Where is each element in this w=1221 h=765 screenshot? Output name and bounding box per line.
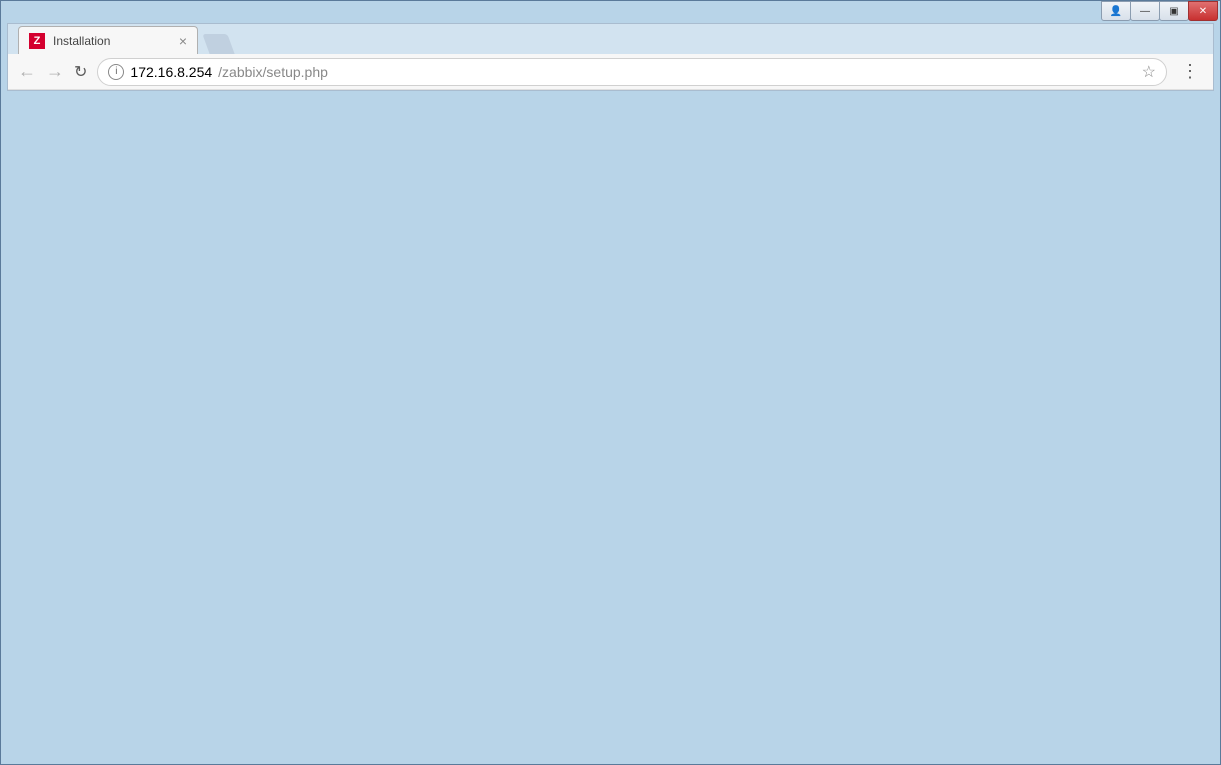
- window-maximize-button[interactable]: ▣: [1159, 1, 1189, 21]
- nav-forward-icon[interactable]: →: [46, 61, 64, 82]
- browser-toolbar: ← → ↻ i 172.16.8.254/zabbix/setup.php ☆ …: [8, 54, 1213, 90]
- window-close-button[interactable]: ✕: [1188, 1, 1218, 21]
- site-info-icon[interactable]: i: [108, 64, 124, 80]
- tab-strip: Z Installation ×: [8, 24, 1213, 54]
- tab-title: Installation: [53, 34, 171, 48]
- browser-menu-icon[interactable]: ⋮: [1177, 61, 1203, 82]
- nav-back-icon[interactable]: ←: [18, 61, 36, 82]
- url-host: 172.16.8.254: [130, 64, 212, 80]
- window-user-button[interactable]: 👤: [1101, 1, 1131, 21]
- browser-chrome: Z Installation × ← → ↻ i 172.16.8.254/za…: [7, 23, 1214, 91]
- browser-tab-active[interactable]: Z Installation ×: [18, 26, 198, 54]
- bookmark-star-icon[interactable]: ☆: [1142, 62, 1156, 82]
- tab-close-icon[interactable]: ×: [179, 33, 187, 49]
- zabbix-favicon-icon: Z: [29, 33, 45, 49]
- window-controls: 👤 — ▣ ✕: [1102, 1, 1218, 21]
- nav-reload-icon[interactable]: ↻: [74, 62, 87, 82]
- window-minimize-button[interactable]: —: [1130, 1, 1160, 21]
- url-path: /zabbix/setup.php: [218, 64, 328, 80]
- address-bar[interactable]: i 172.16.8.254/zabbix/setup.php ☆: [97, 58, 1167, 86]
- new-tab-button[interactable]: [202, 34, 234, 54]
